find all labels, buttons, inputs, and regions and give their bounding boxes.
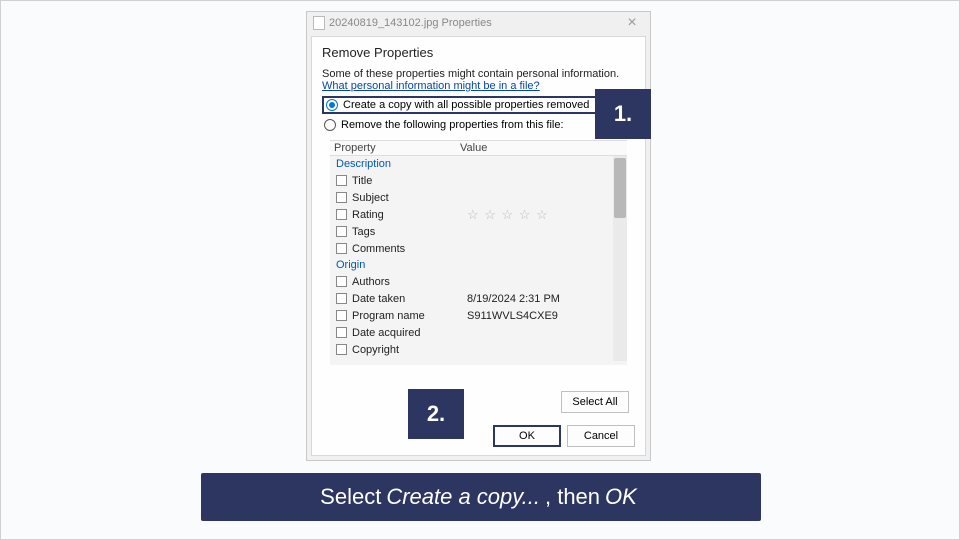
checkbox-icon[interactable]	[336, 293, 347, 304]
ok-button[interactable]: OK	[493, 425, 561, 447]
list-item[interactable]: Date taken8/19/2024 2:31 PM	[330, 290, 627, 307]
list-item[interactable]: Title	[330, 172, 627, 189]
radio-create-copy[interactable]: Create a copy with all possible properti…	[322, 96, 635, 114]
checkbox-icon[interactable]	[336, 226, 347, 237]
list-header: Property Value	[330, 141, 627, 156]
checkbox-icon[interactable]	[336, 327, 347, 338]
list-item[interactable]: Subject	[330, 189, 627, 206]
cancel-button[interactable]: Cancel	[567, 425, 635, 447]
radio-icon	[324, 119, 336, 131]
list-body: Description Title Subject Rating☆ ☆ ☆ ☆ …	[330, 156, 627, 361]
checkbox-icon[interactable]	[336, 192, 347, 203]
list-item[interactable]: Authors	[330, 273, 627, 290]
callout-step-2: 2.	[408, 389, 464, 439]
radio-icon	[326, 99, 338, 111]
header-value: Value	[460, 142, 627, 154]
list-item[interactable]: Comments	[330, 240, 627, 257]
titlebar: 20240819_143102.jpg Properties ×	[307, 12, 650, 34]
checkbox-icon[interactable]	[336, 344, 347, 355]
checkbox-icon[interactable]	[336, 209, 347, 220]
dialog-heading: Remove Properties	[322, 45, 635, 60]
list-item[interactable]: Rating☆ ☆ ☆ ☆ ☆	[330, 206, 627, 223]
callout-step-1: 1.	[595, 89, 651, 139]
close-icon[interactable]: ×	[620, 14, 644, 32]
group-description: Description	[330, 156, 627, 172]
header-property: Property	[330, 142, 460, 154]
group-image: Image	[330, 358, 627, 361]
radio-remove-following[interactable]: Remove the following properties from thi…	[322, 118, 635, 132]
radio-label: Create a copy with all possible properti…	[343, 99, 589, 111]
property-list: Property Value Description Title Subject…	[330, 140, 627, 365]
checkbox-icon[interactable]	[336, 243, 347, 254]
instruction-banner: Select Create a copy... , then OK	[201, 473, 761, 521]
list-item[interactable]: Tags	[330, 223, 627, 240]
rating-stars: ☆ ☆ ☆ ☆ ☆	[467, 207, 621, 223]
list-item[interactable]: Date acquired	[330, 324, 627, 341]
properties-dialog: 20240819_143102.jpg Properties × Remove …	[306, 11, 651, 461]
scrollbar[interactable]	[613, 156, 627, 361]
radio-label: Remove the following properties from thi…	[341, 119, 564, 131]
checkbox-icon[interactable]	[336, 175, 347, 186]
select-all-button[interactable]: Select All	[561, 391, 629, 413]
info-text: Some of these properties might contain p…	[322, 68, 635, 80]
checkbox-icon[interactable]	[336, 310, 347, 321]
list-item[interactable]: Copyright	[330, 341, 627, 358]
scrollthumb[interactable]	[614, 158, 626, 218]
list-item[interactable]: Program nameS911WVLS4CXE9	[330, 307, 627, 324]
checkbox-icon[interactable]	[336, 276, 347, 287]
file-icon	[313, 16, 325, 30]
group-origin: Origin	[330, 257, 627, 273]
info-link[interactable]: What personal information might be in a …	[322, 80, 635, 92]
window-title: 20240819_143102.jpg Properties	[329, 17, 492, 29]
